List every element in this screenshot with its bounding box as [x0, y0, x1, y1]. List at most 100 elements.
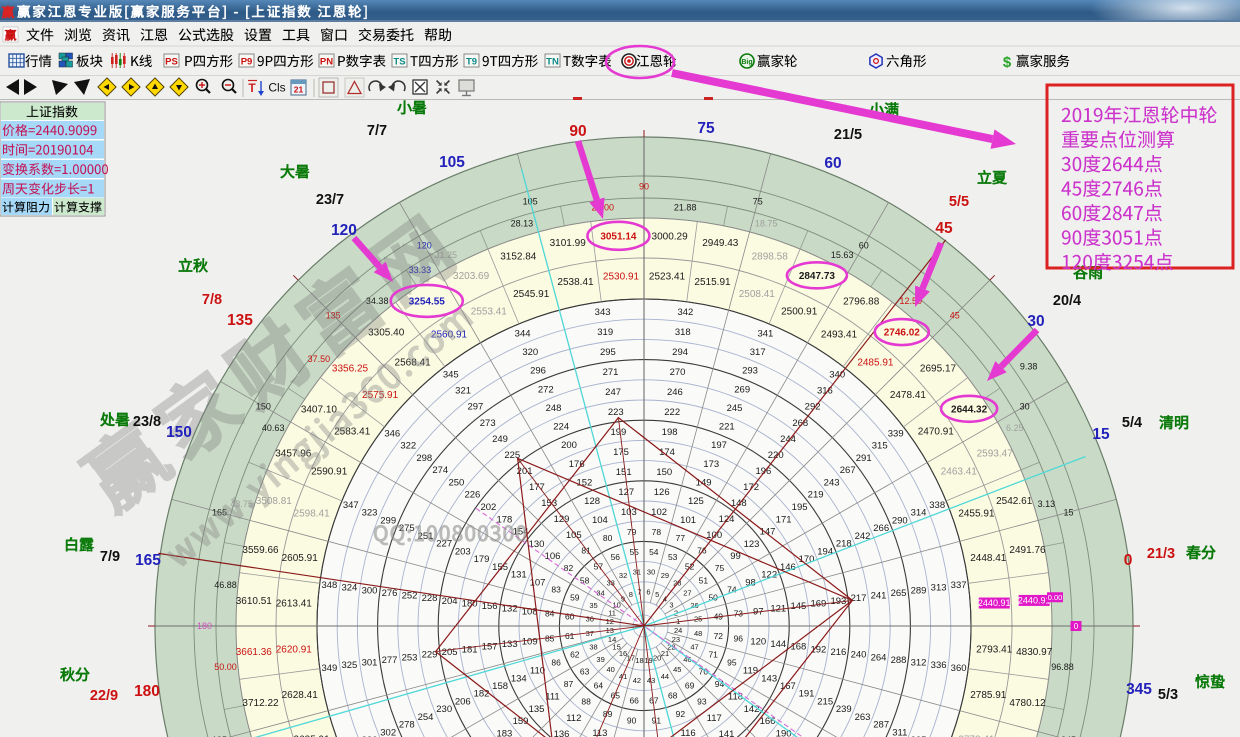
svg-text:60: 60: [565, 611, 575, 621]
svg-text:109: 109: [522, 637, 538, 648]
svg-text:4780.12: 4780.12: [1009, 698, 1046, 709]
svg-text:23/7: 23/7: [316, 192, 344, 208]
svg-text:40.63: 40.63: [262, 423, 285, 433]
svg-text:336: 336: [931, 660, 947, 671]
svg-text:223: 223: [608, 407, 624, 418]
svg-text:3101.99: 3101.99: [550, 238, 587, 249]
svg-text:5: 5: [655, 590, 659, 599]
svg-text:348: 348: [321, 580, 337, 591]
svg-text:179: 179: [474, 554, 490, 565]
svg-text:196: 196: [755, 466, 771, 477]
svg-text:2508.41: 2508.41: [739, 289, 776, 300]
svg-text:95: 95: [727, 658, 737, 668]
svg-text:105: 105: [439, 154, 465, 171]
svg-text:198: 198: [662, 427, 678, 438]
svg-text:324: 324: [341, 583, 357, 594]
svg-text:64: 64: [594, 681, 604, 691]
svg-text:2523.41: 2523.41: [649, 271, 686, 282]
svg-text:230: 230: [436, 704, 452, 715]
svg-text:180: 180: [134, 683, 160, 700]
svg-text:60: 60: [859, 241, 869, 251]
svg-text:53: 53: [668, 552, 678, 562]
svg-text:217: 217: [851, 593, 867, 604]
svg-text:Big: Big: [741, 59, 752, 66]
svg-text:221: 221: [719, 422, 735, 433]
svg-text:338: 338: [929, 500, 945, 511]
svg-text:51: 51: [699, 576, 709, 586]
svg-text:150: 150: [656, 467, 672, 478]
svg-text:3: 3: [669, 601, 673, 610]
svg-text:56: 56: [611, 552, 621, 562]
svg-text:3559.66: 3559.66: [242, 545, 279, 556]
svg-text:45: 45: [950, 310, 960, 320]
svg-text:3051.14: 3051.14: [600, 231, 637, 242]
svg-text:21: 21: [294, 85, 304, 95]
svg-text:7/8: 7/8: [202, 292, 222, 308]
svg-text:6.25: 6.25: [1006, 423, 1024, 433]
svg-text:72: 72: [714, 631, 724, 641]
svg-text:2545.91: 2545.91: [513, 289, 550, 300]
svg-text:68: 68: [668, 690, 678, 700]
svg-text:314: 314: [911, 508, 927, 519]
svg-text:216: 216: [830, 647, 846, 658]
svg-text:77: 77: [676, 533, 686, 543]
svg-text:101: 101: [680, 515, 696, 526]
svg-text:2478.41: 2478.41: [890, 390, 927, 401]
svg-text:2530.91: 2530.91: [603, 271, 640, 282]
svg-text:157: 157: [482, 642, 498, 653]
svg-text:317: 317: [750, 347, 766, 358]
svg-text:2463.41: 2463.41: [941, 466, 978, 477]
svg-text:85: 85: [545, 634, 555, 644]
svg-text:147: 147: [760, 527, 776, 538]
svg-text:274: 274: [432, 465, 448, 476]
svg-text:158: 158: [492, 681, 508, 692]
svg-text:248: 248: [546, 403, 562, 414]
svg-text:21/3: 21/3: [1147, 546, 1175, 562]
svg-text:18: 18: [635, 656, 643, 665]
svg-text:6: 6: [646, 588, 650, 597]
svg-text:287: 287: [873, 720, 889, 731]
svg-text:66: 66: [629, 695, 639, 705]
svg-text:78: 78: [652, 527, 662, 537]
svg-text:62: 62: [570, 650, 580, 660]
svg-text:90: 90: [627, 715, 637, 725]
svg-text:23/8: 23/8: [133, 414, 161, 430]
svg-text:3254.55: 3254.55: [409, 296, 446, 307]
svg-text:293: 293: [742, 366, 758, 377]
svg-text:24: 24: [674, 626, 682, 635]
svg-text:203: 203: [455, 546, 471, 557]
svg-text:298: 298: [416, 453, 432, 464]
svg-text:45: 45: [673, 665, 681, 674]
svg-text:T: T: [248, 81, 256, 95]
svg-text:8: 8: [629, 590, 633, 599]
svg-text:166: 166: [760, 716, 776, 727]
svg-text:4830.97: 4830.97: [1016, 647, 1053, 658]
svg-text:TS: TS: [393, 57, 405, 68]
svg-text:264: 264: [871, 652, 887, 663]
svg-text:127: 127: [618, 487, 634, 498]
svg-text:2695.17: 2695.17: [920, 364, 957, 375]
svg-text:291: 291: [856, 453, 872, 464]
svg-text:47: 47: [690, 643, 698, 652]
svg-text:2515.91: 2515.91: [694, 277, 731, 288]
svg-text:183: 183: [496, 729, 512, 737]
svg-text:200: 200: [561, 440, 577, 451]
svg-text:2949.43: 2949.43: [702, 238, 739, 249]
svg-text:295: 295: [600, 347, 616, 358]
svg-text:271: 271: [603, 367, 619, 378]
svg-text:116: 116: [681, 728, 696, 737]
svg-text:130: 130: [529, 539, 545, 550]
svg-text:126: 126: [654, 487, 670, 498]
svg-text:60: 60: [824, 155, 841, 172]
svg-text:342: 342: [677, 307, 693, 318]
svg-text:178: 178: [496, 514, 512, 525]
svg-text:3.13: 3.13: [1038, 499, 1056, 509]
svg-text:3508.81: 3508.81: [256, 496, 293, 507]
svg-text:2628.41: 2628.41: [282, 690, 319, 701]
svg-text:267: 267: [840, 465, 856, 476]
svg-text:27: 27: [683, 588, 691, 597]
svg-text:222: 222: [664, 407, 680, 418]
svg-text:301: 301: [362, 658, 378, 669]
svg-text:69: 69: [685, 681, 695, 691]
svg-text:311: 311: [892, 727, 907, 737]
